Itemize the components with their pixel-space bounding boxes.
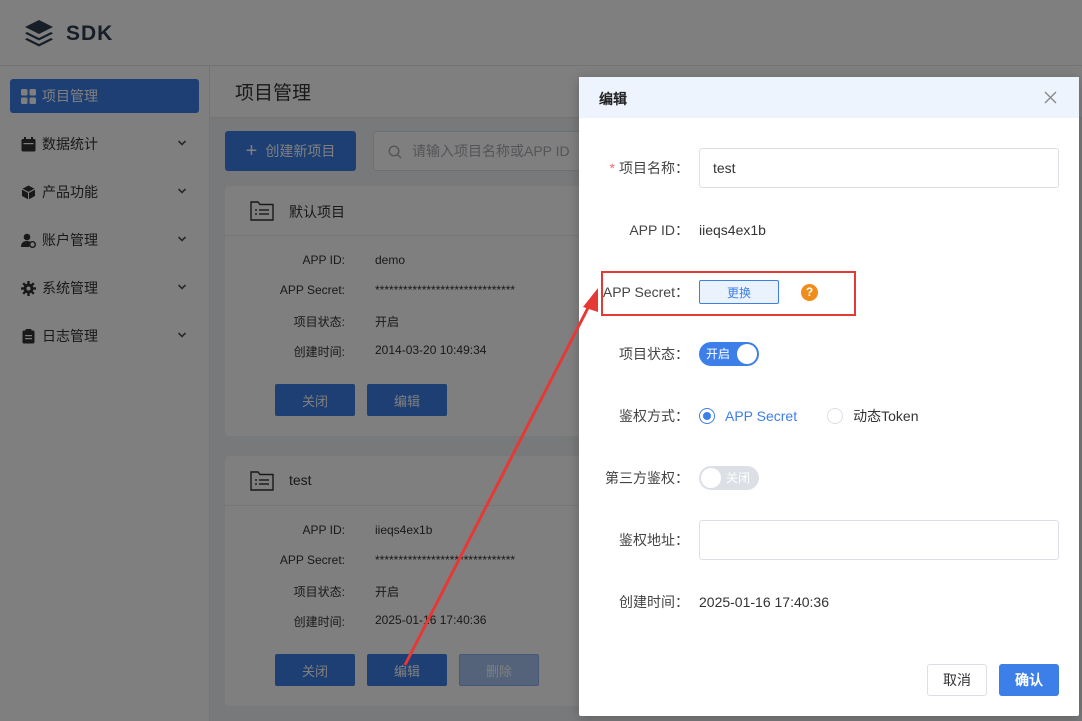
dialog-title: 编辑 (599, 91, 627, 107)
confirm-button[interactable]: 确认 (999, 664, 1059, 696)
edit-dialog: 编辑 *项目名称： APP ID： iieqs4ex1b APP Secret：… (579, 77, 1079, 716)
name-label-text: 项目名称： (619, 160, 689, 176)
form-row-status: 项目状态： 开启 (579, 334, 1079, 374)
status-toggle[interactable]: 开启 (699, 342, 759, 366)
name-label: * 项目名称： (609, 160, 689, 176)
created-value: 2025-01-16 17:40:36 (699, 594, 829, 610)
form-row-third-party: 第三方鉴权： 关闭 (579, 458, 1079, 498)
appid-value: iieqs4ex1b (699, 222, 766, 238)
toggle-knob (737, 344, 757, 364)
dialog-header: 编辑 (579, 77, 1079, 118)
radio-dot (699, 408, 715, 424)
appid-label: APP ID： (629, 222, 689, 238)
form-row-appid: APP ID： iieqs4ex1b (579, 210, 1079, 250)
form-row-created: 创建时间： 2025-01-16 17:40:36 (579, 582, 1079, 622)
radio-dot (827, 408, 844, 424)
radio-dynamic-token[interactable]: 动态Token (827, 406, 918, 426)
form-row-auth: 鉴权方式： APP Secret 动态Token (579, 396, 1079, 436)
annotation-highlight-box (601, 271, 856, 316)
radio-label: APP Secret (725, 408, 798, 424)
third-party-toggle-text: 关闭 (726, 471, 751, 485)
form-row-auth-url: 鉴权地址： (579, 520, 1079, 560)
radio-app-secret[interactable]: APP Secret (699, 408, 797, 424)
form-row-name: * 项目名称： (579, 148, 1079, 188)
auth-url-input[interactable] (699, 520, 1059, 560)
status-toggle-text: 开启 (706, 347, 731, 361)
close-icon[interactable] (1044, 91, 1057, 104)
created-label: 创建时间： (619, 594, 689, 610)
cancel-button[interactable]: 取消 (927, 664, 987, 696)
status-label: 项目状态： (619, 346, 689, 362)
third-party-label: 第三方鉴权： (605, 470, 689, 486)
auth-label: 鉴权方式： (619, 408, 689, 424)
auth-url-label: 鉴权地址： (619, 532, 689, 548)
project-name-input[interactable] (699, 148, 1059, 188)
radio-label: 动态Token (853, 408, 919, 424)
toggle-knob (701, 468, 721, 488)
third-party-toggle[interactable]: 关闭 (699, 466, 759, 490)
